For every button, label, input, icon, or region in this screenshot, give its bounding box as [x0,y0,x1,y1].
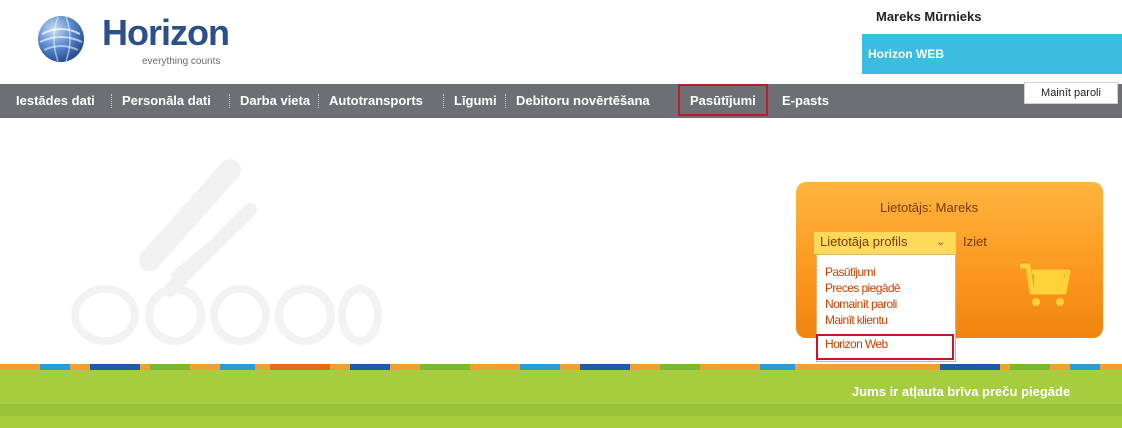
free-delivery-text: Jums ir atļauta brīva preču piegāde [852,384,1071,399]
user-profile-label[interactable]: Lietotāja profils [820,234,907,249]
shop-user-label: Lietotājs: Mareks [880,200,979,215]
dropdown-item-highlight [816,334,954,360]
nav-separator [229,94,230,108]
dropdown-item-mainit-klientu[interactable]: Mainīt klientu [825,313,888,327]
nav-item-iestades-dati[interactable]: Iestādes dati [16,84,95,118]
promo-band-stripe [0,404,1122,416]
nav-separator [318,94,319,108]
nav-separator [505,94,506,108]
nav-separator [443,94,444,108]
nav-item-autotransports[interactable]: Autotransports [329,84,423,118]
nav-item-ligumi[interactable]: Līgumi [454,84,497,118]
dropdown-item-pasutijumi[interactable]: Pasūtījumi [825,265,876,279]
dropdown-item-preces-piegade[interactable]: Preces piegādē [825,281,901,295]
nav-item-darba-vieta[interactable]: Darba vieta [240,84,310,118]
background-watermark [71,159,382,345]
logo-tagline: everything counts [142,56,221,67]
horizon-web-link[interactable]: Horizon WEB [862,34,1122,74]
chevron-down-icon: ⌄ [936,236,946,248]
user-name: Mareks Mūrnieks [862,0,1122,34]
horizon-globe-icon [38,16,84,62]
nav-item-personala-dati[interactable]: Personāla dati [122,84,211,118]
nav-separator [111,94,112,108]
main-nav: Iestādes dati Personāla dati Darba vieta… [0,84,1122,118]
promo-band [0,370,1122,428]
nav-item-highlight [678,84,768,116]
logo-name: Horizon [102,12,230,53]
logout-link[interactable]: Iziet [963,234,987,249]
cart-icon[interactable] [1018,262,1072,310]
nav-item-e-pasts[interactable]: E-pasts [782,84,829,118]
nav-item-debitoru-novertesana[interactable]: Debitoru novērtēšana [516,84,650,118]
dropdown-item-nomainit-paroli[interactable]: Nomainīt paroli [825,297,897,311]
horizon-logo[interactable]: Horizon everything counts [36,12,236,67]
change-password-button[interactable]: Mainīt paroli [1024,82,1118,104]
